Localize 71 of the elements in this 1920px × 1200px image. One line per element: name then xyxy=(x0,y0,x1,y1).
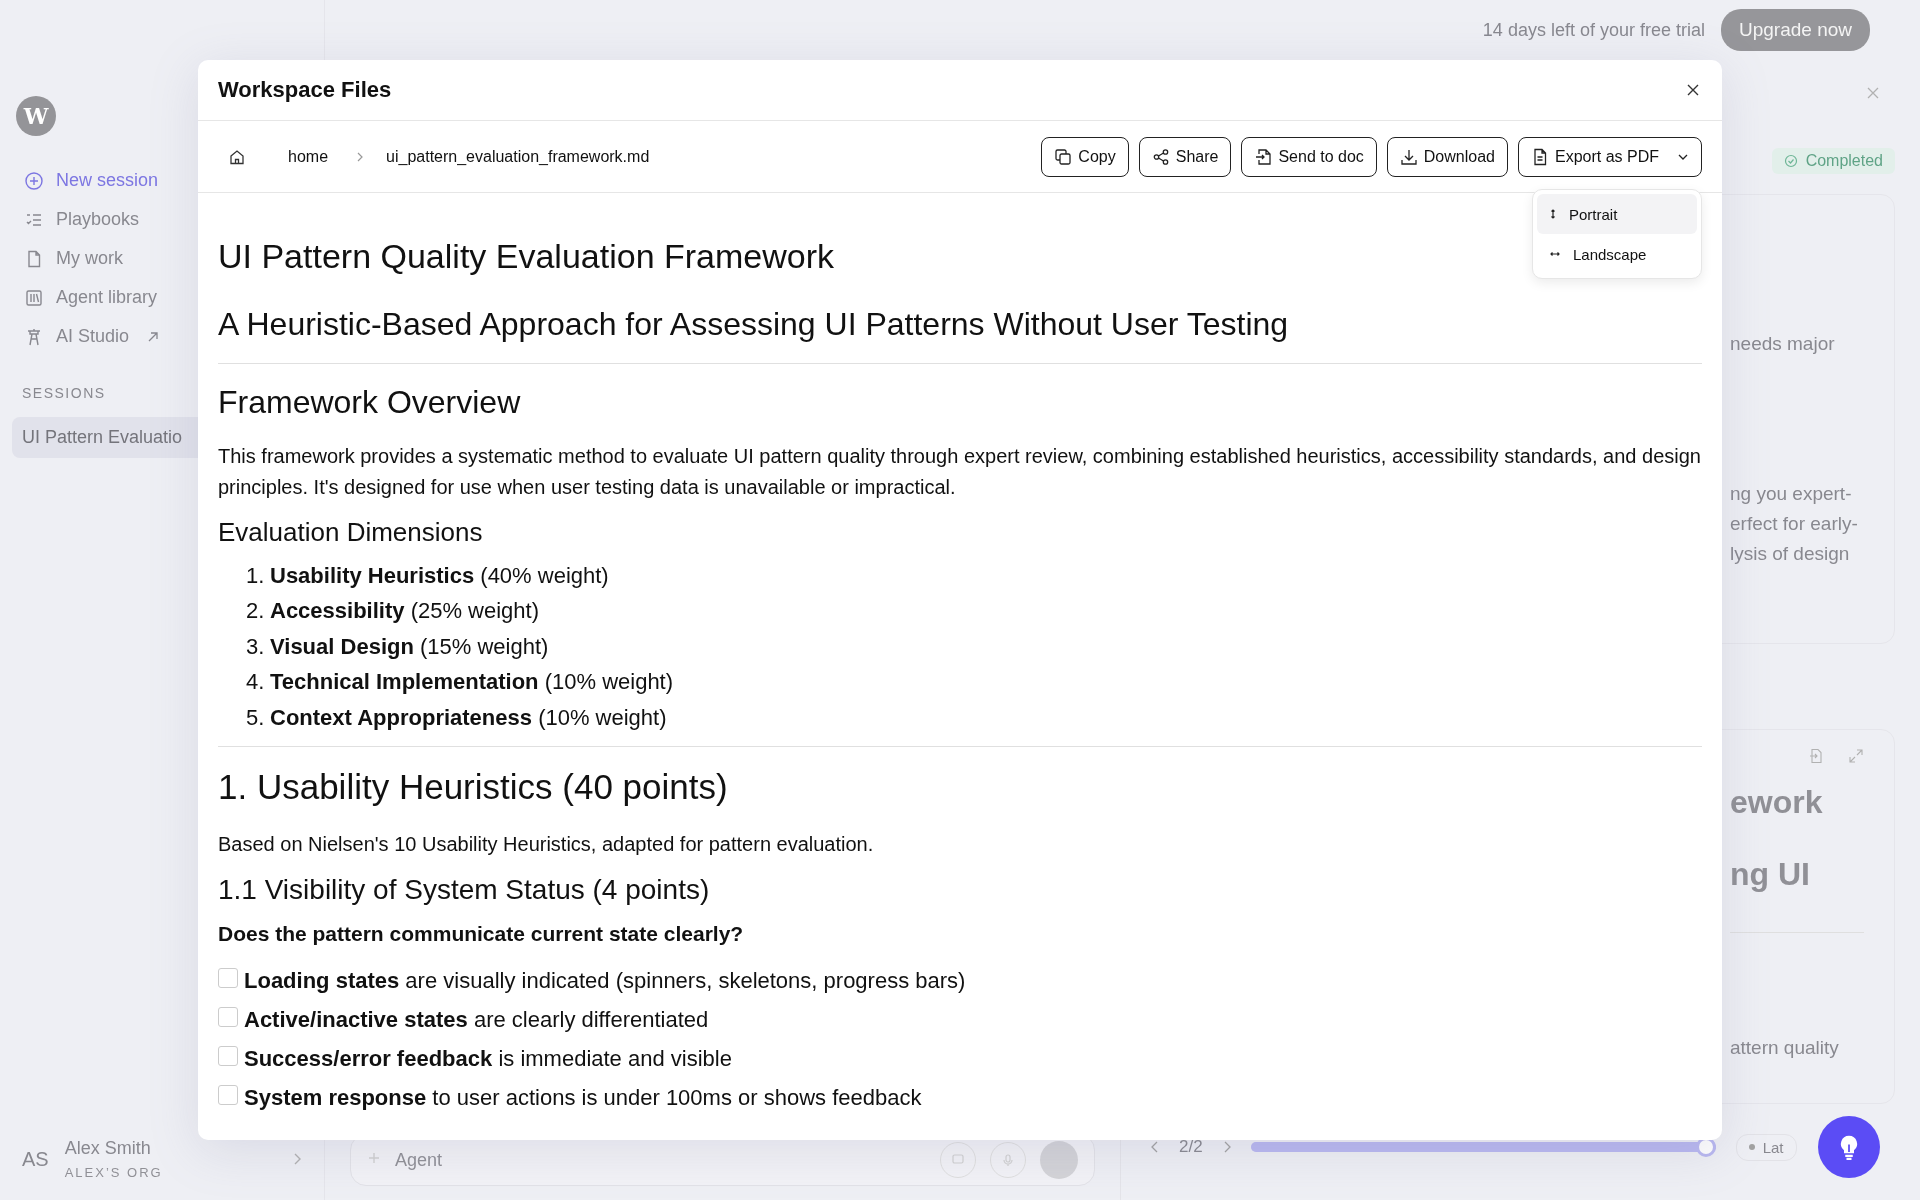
section-heading: 1. Usability Heuristics (40 points) xyxy=(218,766,728,807)
next-icon[interactable] xyxy=(1222,1141,1231,1153)
menu-item[interactable]: Portrait xyxy=(1537,194,1697,234)
list-item-text: Accessibility (25% weight) xyxy=(270,598,540,625)
org-name: ALEX’S ORG xyxy=(64,1165,164,1180)
toolbar-button[interactable]: Copy xyxy=(1041,136,1129,177)
user-name: Alex Smith xyxy=(64,1138,152,1159)
list-item-text: Technical Implementation (10% weight) xyxy=(270,669,674,696)
list-item-text: Context Appropriateness (10% weight) xyxy=(270,704,667,731)
copy-icon xyxy=(1054,147,1073,166)
question-text: Does the pattern communicate current state clearly? xyxy=(218,921,744,946)
dialog-title: Workspace Files xyxy=(218,77,392,103)
expand-icon[interactable] xyxy=(1848,748,1864,764)
library-icon xyxy=(24,287,44,308)
paragraph: Based on Nielsen's 10 Usability Heuristics, adapted for pattern evaluation. xyxy=(218,831,875,857)
page-indicator: 2/2 xyxy=(1179,1137,1203,1157)
section-heading: A Heuristic-Based Approach for Assessing UI Patterns Without User Testing xyxy=(218,306,1289,343)
list-item-text: Visual Design (15% weight) xyxy=(270,633,549,660)
check-circle-icon xyxy=(1783,154,1798,168)
card-text: lysis of design xyxy=(1730,543,1850,564)
toolbar-button[interactable]: Send to doc xyxy=(1241,136,1377,177)
plus-circle-icon xyxy=(24,170,44,191)
send-button[interactable] xyxy=(1040,1141,1078,1179)
list-number: 5. xyxy=(246,704,264,731)
trial-notice: 14 days left of your free trial xyxy=(1482,19,1705,41)
menu-item[interactable]: Landscape xyxy=(1537,234,1697,274)
status-text: Completed xyxy=(1805,152,1883,170)
checklist-text: Success/error feedback is immediate and visible xyxy=(244,1046,732,1072)
agent-mode-chip[interactable]: Agent xyxy=(395,1149,443,1171)
card-text: ng you expert- xyxy=(1730,483,1852,504)
checklist-text: Active/inactive states are clearly differentiated xyxy=(244,1007,709,1033)
card-heading: ework xyxy=(1730,784,1824,822)
card-text: erfect for early- xyxy=(1730,513,1858,534)
subsection-heading: Evaluation Dimensions xyxy=(218,517,483,548)
download-icon xyxy=(1399,147,1418,166)
chevron-right-icon xyxy=(356,150,365,163)
list-number: 2. xyxy=(246,598,264,625)
list-number: 3. xyxy=(246,633,264,660)
checkbox[interactable] xyxy=(218,1085,238,1105)
export-icon[interactable] xyxy=(1808,748,1824,764)
tool-pill[interactable]: Lat xyxy=(1735,1133,1797,1161)
external-link-icon xyxy=(147,330,160,343)
checklist-text: System response to user actions is under 100ms or shows feedback xyxy=(244,1085,922,1111)
file-arrow-icon xyxy=(1254,147,1273,166)
card-text: attern quality xyxy=(1730,1037,1839,1058)
section-heading: SESSIONS xyxy=(22,385,107,401)
horizontal-arrows-icon xyxy=(1549,250,1561,258)
list-number: 4. xyxy=(246,669,264,696)
card-text: needs major xyxy=(1730,333,1835,354)
card-heading: ng UI xyxy=(1730,856,1811,894)
chevron-right-icon[interactable] xyxy=(292,1152,302,1166)
list-number: 1. xyxy=(246,562,264,589)
logo: W xyxy=(16,96,56,136)
share-icon xyxy=(1151,147,1170,166)
list-item-text: Usability Heuristics (40% weight) xyxy=(270,562,609,589)
nav-item[interactable]: Playbooks xyxy=(12,201,312,238)
checkbox[interactable] xyxy=(218,1046,238,1066)
subsection-heading: 1.1 Visibility of System Status (4 points) xyxy=(218,873,710,906)
toolbar-button[interactable]: Share xyxy=(1138,136,1232,177)
checkbox[interactable] xyxy=(218,968,238,988)
vertical-arrows-icon xyxy=(1549,208,1557,220)
user-initials: AS xyxy=(22,1147,49,1171)
toolbar-button[interactable]: Export as PDF xyxy=(1517,136,1702,177)
breadcrumb-link[interactable]: ui_pattern_evaluation_framework.md xyxy=(386,147,650,166)
previous-icon[interactable] xyxy=(1151,1141,1159,1153)
checkbox[interactable] xyxy=(218,1007,238,1027)
document-title: UI Pattern Quality Evaluation Framework xyxy=(218,237,835,276)
close-icon[interactable] xyxy=(1686,83,1700,97)
toolbar-button[interactable]: Download xyxy=(1386,136,1508,177)
upgrade-button[interactable]: Upgrade now xyxy=(1720,9,1870,51)
checklist-text: Loading states are visually indicated (spinners, skeletons, progress bars) xyxy=(244,968,966,994)
